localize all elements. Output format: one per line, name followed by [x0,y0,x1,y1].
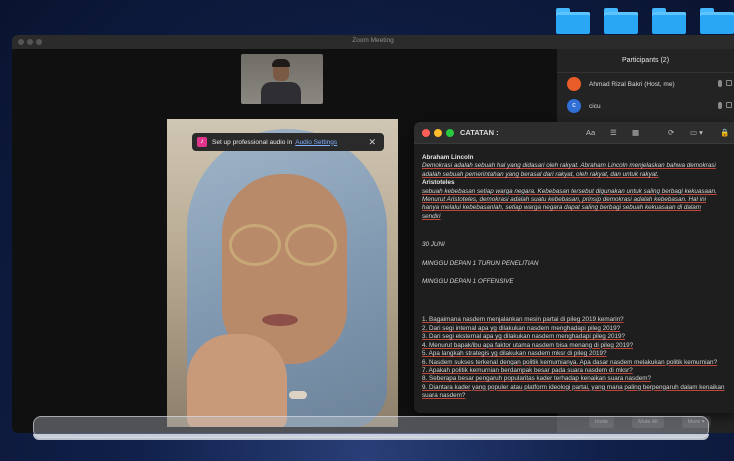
avatar [567,77,581,91]
notes-title: CATATAN : [460,128,499,137]
note-heading: Abraham Lincoln [422,154,474,161]
question-item: 8. Seberapa besar pengaruh popularitas k… [422,375,651,383]
table-icon[interactable]: ▦ [632,128,639,137]
question-item: 1. Bagaimana nasdem menjalankan mesin pa… [422,316,624,324]
close-window-button[interactable] [422,129,430,137]
folder-icon[interactable] [652,8,686,34]
participant-name: cicu [589,102,601,110]
note-line: sendiri [422,212,441,220]
close-icon[interactable]: ✕ [368,137,376,148]
question-item: 7. Apakah politik kemurnian berdampak be… [422,366,633,374]
audio-settings-notice: ♪ Set up professional audio in Audio Set… [192,133,384,151]
note-line: Demokrasi adalah sebuah hal yang didasar… [422,162,716,170]
note-line: MINGGU DEPAN 1 TURUN PENELITIAN [422,259,539,267]
question-item: 3. Dari segi eksternal apa yg dilakukan … [422,333,626,341]
folder-icon[interactable] [556,8,590,34]
camera-icon[interactable] [726,80,732,86]
participants-header: Participants (2) [557,49,734,73]
minimize-window-button[interactable] [434,129,442,137]
note-line: hanya melalui kebebasanlah, setiap warga… [422,204,702,212]
note-line: MINGGU DEPAN 1 OFFENSIVE [422,278,514,286]
note-heading: Aristoteles [422,179,455,187]
zoom-titlebar: Zoom Meeting [12,35,734,49]
note-line: adalah sebuah pemerintahan yang berasal … [422,170,659,178]
folder-icon[interactable] [604,8,638,34]
format-text-button[interactable]: Aa [586,128,595,137]
maximize-window-button[interactable] [446,129,454,137]
dock-shelf [33,434,709,440]
note-date: 30 JUNI [422,241,445,249]
checklist-icon[interactable]: ☰ [610,128,617,137]
camera-icon[interactable] [726,102,732,108]
note-line: Menurut Aristoteles, demokrasi adalah su… [422,196,706,204]
zoom-window-title: Zoom Meeting [352,37,394,44]
notes-content[interactable]: Abraham Lincoln Demokrasi adalah sebuah … [422,154,734,401]
media-icon[interactable]: ▭ ▾ [690,128,703,137]
note-line: sebuah kebebasan setiap warga negara. Ke… [422,187,717,195]
question-item: 5. Apa langkah strategis yg dilakukan na… [422,350,607,358]
folder-icon[interactable] [700,8,734,34]
participant-thumbnail-video[interactable] [241,54,323,104]
active-speaker-video[interactable] [167,119,398,427]
avatar: c [567,99,581,113]
question-item: 9. Diantara kader yang populer atau plat… [422,383,725,391]
question-item: suara nasdem? [422,392,466,400]
notes-window: CATATAN : Aa ☰ ▦ ⟳ ▭ ▾ 🔒 Abraham Lincoln… [414,122,734,413]
music-note-icon: ♪ [197,137,207,147]
lock-icon[interactable]: 🔒 [720,128,729,137]
participant-row[interactable]: Ahmad Rizal Bakri (Host, me) [557,73,734,95]
microphone-icon[interactable] [718,80,722,87]
participant-name: Ahmad Rizal Bakri (Host, me) [589,80,675,88]
question-item: 4. Menurut bapak/ibu apa faktor utama na… [422,341,634,349]
microphone-icon[interactable] [718,102,722,109]
desktop: Zoom Meeting ♪ Set up professional audio… [0,0,734,461]
question-item: 2. Dari segi internal apa yg dilakukan n… [422,324,621,332]
audio-notice-text: Set up professional audio in [212,138,293,146]
audio-settings-link[interactable]: Audio Settings [295,139,337,146]
collaborate-icon[interactable]: ⟳ [668,128,674,137]
participant-row[interactable]: c cicu [557,95,734,117]
notes-titlebar: CATATAN : Aa ☰ ▦ ⟳ ▭ ▾ 🔒 [414,122,734,144]
question-item: 6. Nasdem sukses terkenal dengan politik… [422,358,718,366]
